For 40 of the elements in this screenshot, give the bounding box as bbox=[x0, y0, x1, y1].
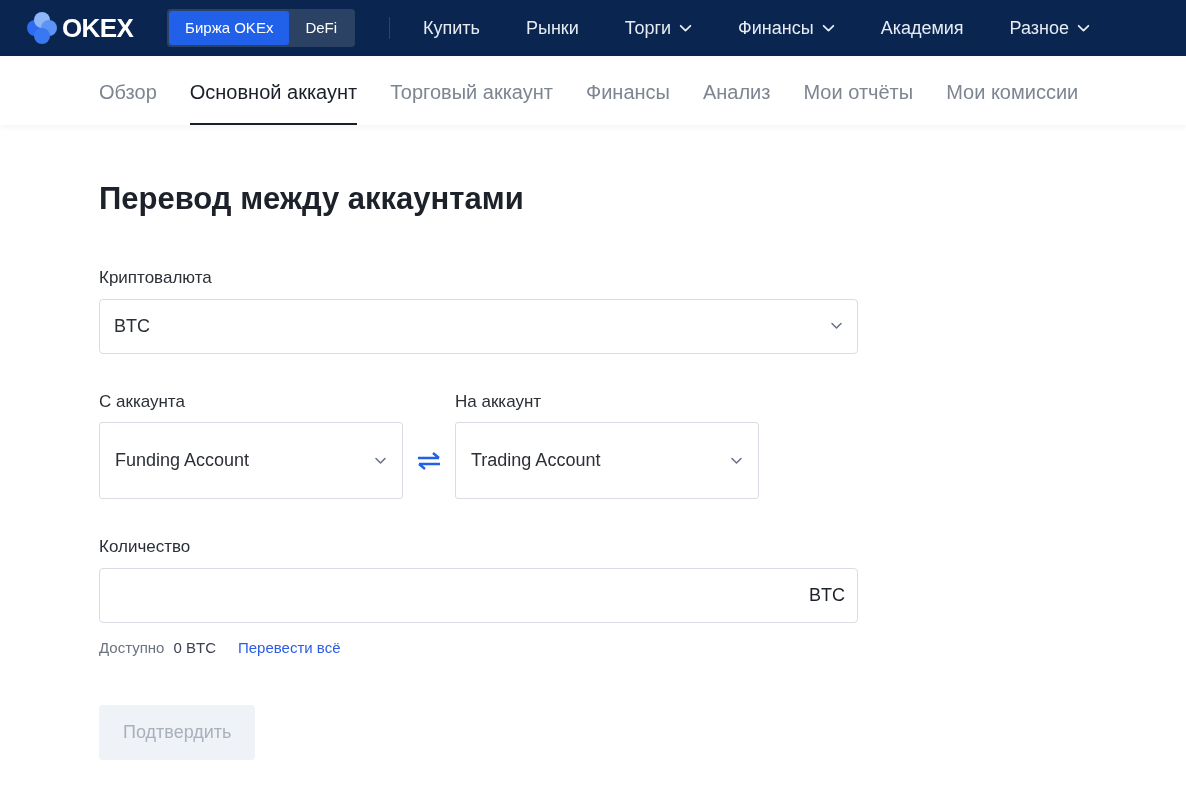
available-value: 0 BTC bbox=[173, 637, 216, 658]
logo-icon bbox=[24, 10, 60, 46]
nav-item[interactable]: Академия bbox=[857, 14, 987, 42]
nav-item[interactable]: Купить bbox=[400, 14, 503, 42]
chevron-down-icon bbox=[374, 456, 387, 465]
from-account-select[interactable]: Funding Account bbox=[99, 422, 403, 499]
amount-field[interactable]: BTC bbox=[99, 567, 858, 623]
tab[interactable]: Обзор bbox=[99, 56, 157, 125]
currency-select[interactable]: BTC bbox=[99, 298, 858, 354]
switch-option[interactable]: DeFi bbox=[289, 11, 354, 45]
logo-text: OKEX bbox=[62, 11, 134, 45]
unit-label: BTC bbox=[809, 583, 845, 607]
tab[interactable]: Торговый аккаунт bbox=[390, 56, 553, 125]
nav-item[interactable]: Торги bbox=[601, 14, 716, 42]
field-label: На аккаунт bbox=[455, 390, 543, 413]
switch-option[interactable]: Биржа OKEx bbox=[169, 11, 290, 45]
tab[interactable]: Мои комиссии bbox=[946, 56, 1079, 125]
select-value: Funding Account bbox=[115, 449, 250, 472]
field-label: С аккаунта bbox=[99, 390, 186, 413]
chevron-down-icon bbox=[679, 23, 693, 33]
field-label: Количество bbox=[99, 536, 192, 558]
chevron-down-icon bbox=[830, 322, 843, 330]
page-title: Перевод между аккаунтами bbox=[99, 180, 525, 218]
transfer-all-link[interactable]: Перевести всё bbox=[238, 636, 341, 659]
nav-item[interactable]: Разное bbox=[986, 14, 1114, 42]
tab[interactable]: Основной аккаунт bbox=[189, 56, 358, 125]
to-account-select[interactable]: Trading Account bbox=[455, 422, 759, 499]
tab[interactable]: Мои отчёты bbox=[803, 56, 914, 125]
chevron-down-icon bbox=[730, 456, 743, 465]
nav-item[interactable]: Финансы bbox=[715, 14, 858, 42]
nav-item[interactable]: Рынки bbox=[503, 14, 602, 42]
select-value: BTC bbox=[114, 314, 150, 338]
swap-icon[interactable] bbox=[417, 451, 441, 470]
tab[interactable]: Анализ bbox=[702, 56, 771, 125]
select-value: Trading Account bbox=[471, 449, 601, 472]
available-label: Доступно bbox=[99, 637, 165, 658]
tab[interactable]: Финансы bbox=[585, 56, 670, 125]
chevron-down-icon bbox=[821, 23, 835, 33]
chevron-down-icon bbox=[1077, 23, 1091, 33]
field-label: Криптовалюта bbox=[99, 267, 213, 289]
